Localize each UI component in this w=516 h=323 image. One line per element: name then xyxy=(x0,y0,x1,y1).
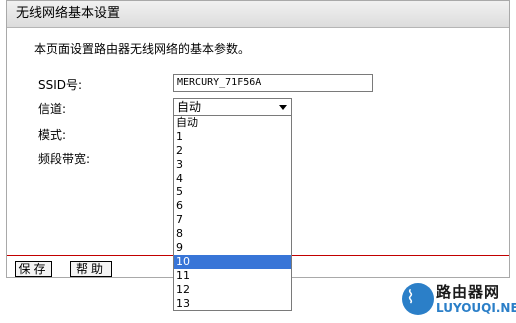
settings-content: 本页面设置路由器无线网络的基本参数。 SSID号: MERCURY_71F56A… xyxy=(7,29,509,312)
save-button[interactable]: 保存 xyxy=(15,261,52,277)
channel-option-5[interactable]: 5 xyxy=(174,185,291,199)
channel-option-7[interactable]: 7 xyxy=(174,213,291,227)
ssid-label: SSID号: xyxy=(38,78,83,92)
channel-option-6[interactable]: 6 xyxy=(174,199,291,213)
watermark-site: LUYOUQI.NET xyxy=(436,301,516,315)
channel-option-8[interactable]: 8 xyxy=(174,227,291,241)
intro-text: 本页面设置路由器无线网络的基本参数。 xyxy=(34,42,251,56)
channel-option-9[interactable]: 9 xyxy=(174,241,291,255)
channel-dropdown-list: 自动 1 2 3 4 5 6 7 8 9 10 11 12 13 xyxy=(173,115,292,312)
channel-option-13[interactable]: 13 xyxy=(174,297,291,311)
channel-select[interactable]: 自动 xyxy=(173,98,292,116)
ssid-input[interactable]: MERCURY_71F56A xyxy=(173,74,373,92)
channel-label: 信道: xyxy=(38,102,67,116)
channel-option-11[interactable]: 11 xyxy=(174,269,291,283)
channel-option-3[interactable]: 3 xyxy=(174,158,291,172)
site-watermark: ⌇ 路由器网 LUYOUQI.NET xyxy=(402,279,516,319)
channel-option-4[interactable]: 4 xyxy=(174,172,291,186)
channel-option-auto[interactable]: 自动 xyxy=(174,116,291,130)
watermark-brand: 路由器网 xyxy=(436,283,501,301)
channel-option-2[interactable]: 2 xyxy=(174,144,291,158)
channel-option-1[interactable]: 1 xyxy=(174,130,291,144)
mode-label: 模式: xyxy=(38,128,67,142)
help-button[interactable]: 帮助 xyxy=(70,261,112,277)
channel-selected-value: 自动 xyxy=(177,100,202,114)
panel-title: 无线网络基本设置 xyxy=(7,1,509,28)
bandwidth-label: 频段带宽: xyxy=(38,152,91,166)
wifi-icon: ⌇ xyxy=(406,287,415,308)
wireless-settings-panel: 无线网络基本设置 本页面设置路由器无线网络的基本参数。 SSID号: MERCU… xyxy=(6,0,510,312)
chevron-down-icon[interactable] xyxy=(279,105,287,110)
channel-option-12[interactable]: 12 xyxy=(174,283,291,297)
channel-option-10[interactable]: 10 xyxy=(174,254,291,269)
